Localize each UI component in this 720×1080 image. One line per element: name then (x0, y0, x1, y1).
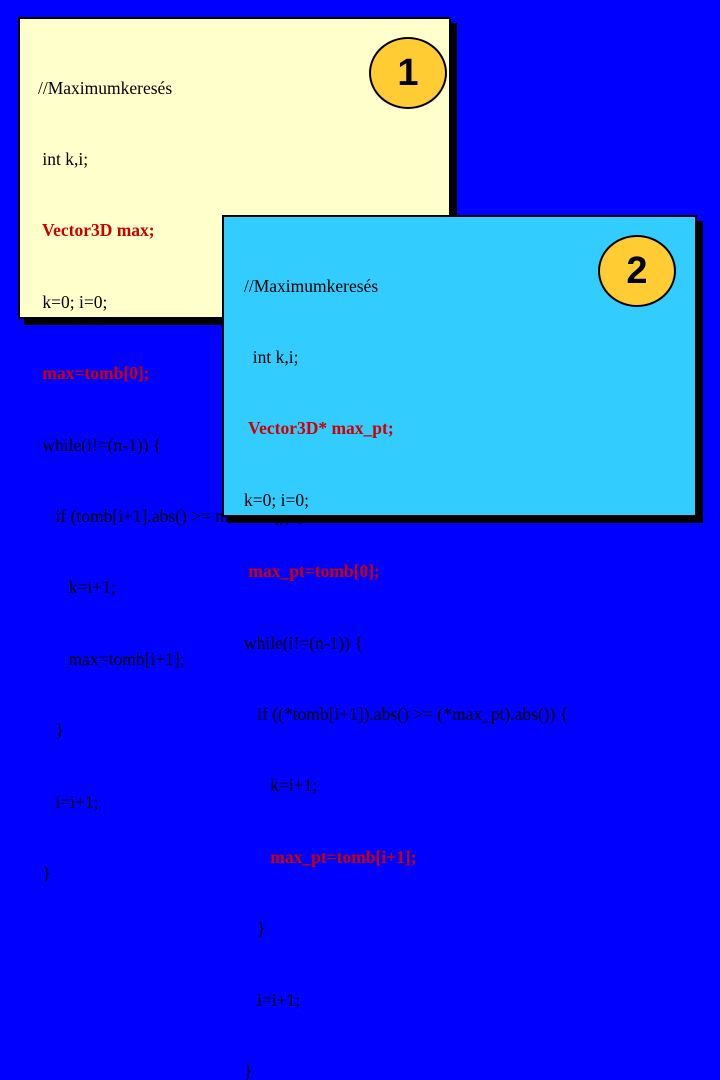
code-line: int k,i; (244, 346, 299, 367)
code-line: //Maximumkeresés (244, 275, 379, 296)
code-line-highlighted: Vector3D* max_pt; (244, 418, 394, 439)
code-line: while(i!=(n-1)) { (244, 632, 363, 653)
code-line: //Maximumkeresés (38, 77, 173, 98)
code-line-highlighted: max_pt=tomb[0]; (244, 561, 380, 582)
code-line: k=0; i=0; (244, 489, 309, 510)
number-badge-1: 1 (369, 37, 447, 109)
code-line: i=i+1; (244, 989, 301, 1010)
code-line: } (244, 918, 266, 939)
code-block-2: //Maximumkeresés int k,i; Vector3D* max_… (244, 227, 568, 1080)
code-panel-2: //Maximumkeresés int k,i; Vector3D* max_… (222, 215, 697, 1080)
code-line: } (244, 1060, 253, 1080)
code-line: if ((*tomb[i+1]).abs() >= (*max_pt).abs(… (244, 703, 569, 724)
number-badge-2: 2 (598, 235, 676, 307)
code-line-highlighted: max_pt=tomb[i+1]; (244, 846, 417, 867)
code-line: k=i+1; (244, 775, 318, 796)
code-line: int k,i; (38, 148, 89, 169)
